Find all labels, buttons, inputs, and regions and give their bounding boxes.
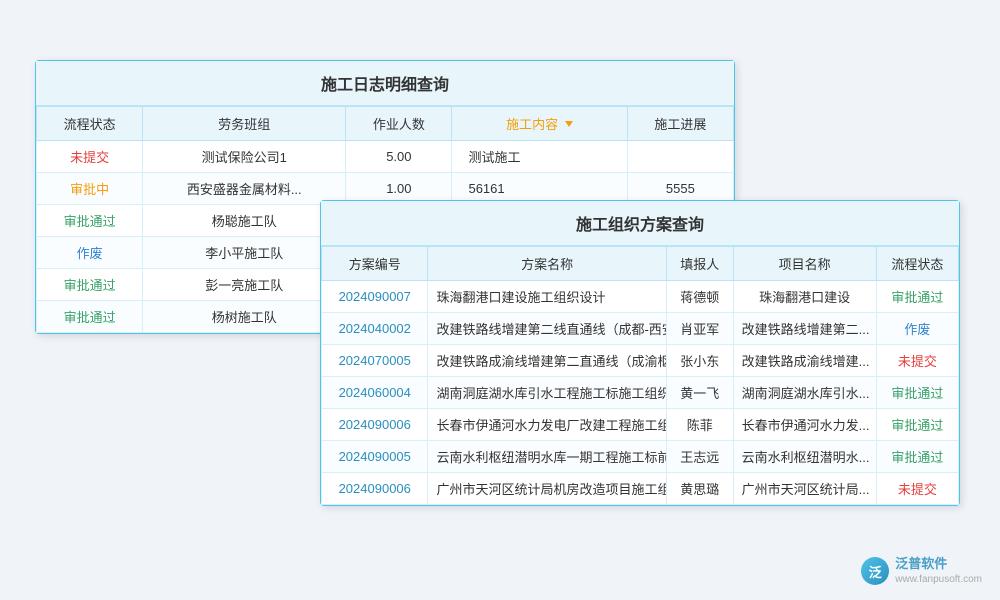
sort-arrow-icon: [565, 121, 573, 127]
plan-id-cell: 2024090005: [322, 441, 428, 473]
group-cell: 杨聪施工队: [143, 205, 346, 237]
table-row: 2024090007 珠海翻港口建设施工组织设计 蒋德顿 珠海翻港口建设 审批通…: [322, 281, 959, 313]
plan-status-cell: 未提交: [876, 345, 958, 377]
daily-log-title: 施工日志明细查询: [36, 61, 734, 106]
status-cell: 审批通过: [37, 301, 143, 333]
construction-plan-title: 施工组织方案查询: [321, 201, 959, 246]
content-cell: 测试施工: [452, 141, 627, 173]
table-row: 2024060004 湖南洞庭湖水库引水工程施工标施工组织 黄一飞 湖南洞庭湖水…: [322, 377, 959, 409]
construction-plan-panel: 施工组织方案查询 方案编号 方案名称 填报人 项目名称 流程状态 2024090…: [320, 200, 960, 506]
construction-plan-table: 方案编号 方案名称 填报人 项目名称 流程状态 2024090007 珠海翻港口…: [321, 246, 959, 505]
reporter-cell: 陈菲: [666, 409, 733, 441]
project-cell: 长春市伊通河水力发...: [733, 409, 876, 441]
plan-name-cell: 湖南洞庭湖水库引水工程施工标施工组织: [428, 377, 666, 409]
col-status: 流程状态: [37, 107, 143, 141]
plan-name-cell: 云南水利枢纽潜明水库一期工程施工标前: [428, 441, 666, 473]
group-cell: 李小平施工队: [143, 237, 346, 269]
table-row: 2024090006 广州市天河区统计局机房改造项目施工组 黄思璐 广州市天河区…: [322, 473, 959, 505]
workers-cell: 5.00: [346, 141, 452, 173]
reporter-cell: 黄思璐: [666, 473, 733, 505]
col-workers: 作业人数: [346, 107, 452, 141]
reporter-cell: 张小东: [666, 345, 733, 377]
col-plan-id: 方案编号: [322, 247, 428, 281]
group-cell: 彭一亮施工队: [143, 269, 346, 301]
status-cell: 审批中: [37, 173, 143, 205]
col-plan-name: 方案名称: [428, 247, 666, 281]
logo-icon: 泛: [861, 557, 889, 585]
table-row: 2024040002 改建铁路线增建第二线直通线（成都-西安 肖亚军 改建铁路线…: [322, 313, 959, 345]
table-row: 2024070005 改建铁路成渝线增建第二直通线（成渝枢 张小东 改建铁路成渝…: [322, 345, 959, 377]
logo-sub: www.fanpusoft.com: [895, 573, 982, 586]
col-reporter: 填报人: [666, 247, 733, 281]
project-cell: 珠海翻港口建设: [733, 281, 876, 313]
group-cell: 杨树施工队: [143, 301, 346, 333]
plan-name-cell: 广州市天河区统计局机房改造项目施工组: [428, 473, 666, 505]
plan-status-cell: 审批通过: [876, 281, 958, 313]
plan-status-cell: 作废: [876, 313, 958, 345]
progress-cell: [627, 141, 733, 173]
reporter-cell: 黄一飞: [666, 377, 733, 409]
status-cell: 作废: [37, 237, 143, 269]
logo-main: 泛普软件: [895, 556, 947, 573]
reporter-cell: 肖亚军: [666, 313, 733, 345]
col-content[interactable]: 施工内容: [452, 107, 627, 141]
project-cell: 广州市天河区统计局...: [733, 473, 876, 505]
plan-status-cell: 审批通过: [876, 441, 958, 473]
project-cell: 改建铁路成渝线增建...: [733, 345, 876, 377]
status-cell: 审批通过: [37, 205, 143, 237]
project-cell: 改建铁路线增建第二...: [733, 313, 876, 345]
project-cell: 云南水利枢纽潜明水...: [733, 441, 876, 473]
col-plan-status: 流程状态: [876, 247, 958, 281]
company-logo: 泛 泛普软件 www.fanpusoft.com: [861, 556, 982, 586]
plan-id-cell: 2024060004: [322, 377, 428, 409]
plan-name-cell: 长春市伊通河水力发电厂改建工程施工组: [428, 409, 666, 441]
plan-id-cell: 2024090006: [322, 473, 428, 505]
plan-status-cell: 未提交: [876, 473, 958, 505]
project-cell: 湖南洞庭湖水库引水...: [733, 377, 876, 409]
reporter-cell: 蒋德顿: [666, 281, 733, 313]
plan-status-cell: 审批通过: [876, 377, 958, 409]
plan-id-cell: 2024040002: [322, 313, 428, 345]
plan-status-cell: 审批通过: [876, 409, 958, 441]
col-group: 劳务班组: [143, 107, 346, 141]
table-row: 2024090005 云南水利枢纽潜明水库一期工程施工标前 王志远 云南水利枢纽…: [322, 441, 959, 473]
col-progress: 施工进展: [627, 107, 733, 141]
status-cell: 未提交: [37, 141, 143, 173]
plan-id-cell: 2024070005: [322, 345, 428, 377]
group-cell: 西安盛器金属材料...: [143, 173, 346, 205]
group-cell: 测试保险公司1: [143, 141, 346, 173]
plan-id-cell: 2024090007: [322, 281, 428, 313]
plan-name-cell: 改建铁路线增建第二线直通线（成都-西安: [428, 313, 666, 345]
table-row: 2024090006 长春市伊通河水力发电厂改建工程施工组 陈菲 长春市伊通河水…: [322, 409, 959, 441]
col-project: 项目名称: [733, 247, 876, 281]
plan-name-cell: 珠海翻港口建设施工组织设计: [428, 281, 666, 313]
table-row: 未提交 测试保险公司1 5.00 测试施工: [37, 141, 734, 173]
reporter-cell: 王志远: [666, 441, 733, 473]
plan-name-cell: 改建铁路成渝线增建第二直通线（成渝枢: [428, 345, 666, 377]
plan-id-cell: 2024090006: [322, 409, 428, 441]
status-cell: 审批通过: [37, 269, 143, 301]
